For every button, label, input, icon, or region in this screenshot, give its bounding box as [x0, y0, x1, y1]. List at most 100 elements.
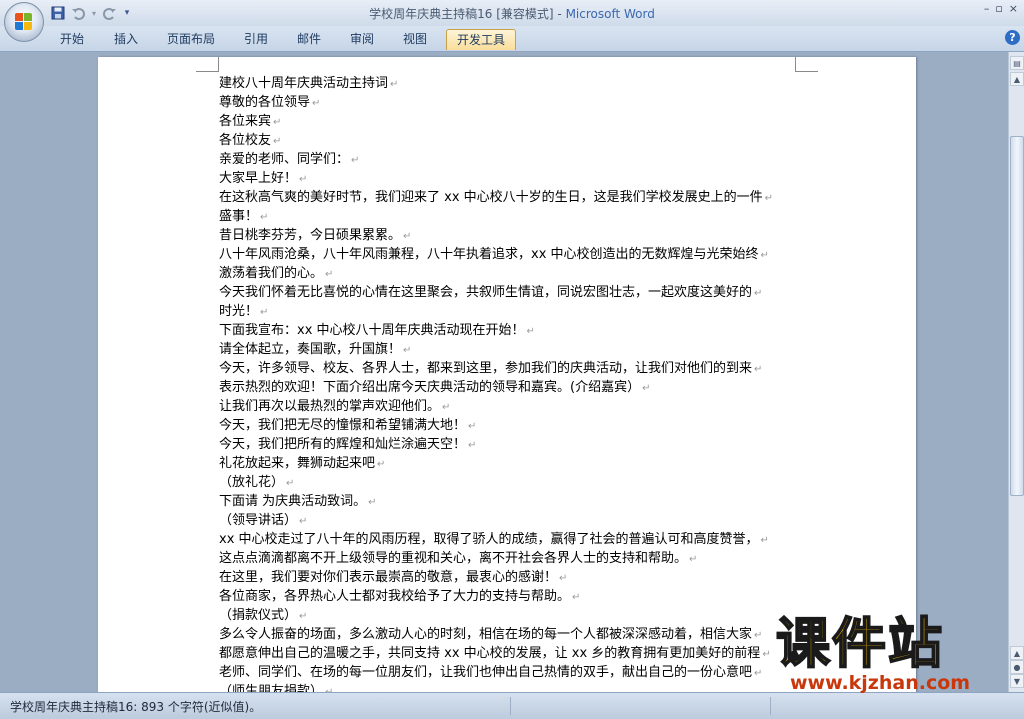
line-text: 今天我们怀着无比喜悦的心情在这里聚会，共叙师生情谊，同说宏图壮志，一起欢度这美好…	[219, 285, 753, 300]
document-line[interactable]: 让我们再次以最热烈的掌声欢迎他们。 ↵	[219, 398, 799, 417]
paragraph-mark-icon: ↵	[403, 231, 412, 242]
scrollbar-thumb[interactable]	[1010, 136, 1024, 496]
tab-developer[interactable]: 开发工具	[446, 29, 516, 50]
document-line[interactable]: 各位校友 ↵	[219, 132, 799, 151]
document-line[interactable]: 大家早上好！ ↵	[219, 170, 799, 189]
paragraph-mark-icon: ↵	[526, 326, 535, 337]
document-line[interactable]: 盛事！ ↵	[219, 208, 799, 227]
line-text: 礼花放起来，舞狮动起来吧	[219, 456, 376, 471]
line-text: xx 中心校走过了八十年的风雨历程，取得了骄人的成绩，赢得了社会的普遍认可和高度…	[219, 532, 759, 547]
document-line[interactable]: 昔日桃李芬芳，今日硕果累累。 ↵	[219, 227, 799, 246]
paragraph-mark-icon: ↵	[390, 79, 399, 90]
tab-home[interactable]: 开始	[52, 29, 92, 49]
document-line[interactable]: 各位来宾 ↵	[219, 113, 799, 132]
line-text: （师生朋友捐款）	[219, 684, 324, 692]
tab-insert[interactable]: 插入	[106, 29, 146, 49]
scroll-up-button[interactable]: ▲	[1010, 72, 1024, 86]
line-text: 在这里，我们要对你们表示最崇高的敬意，最衷心的感谢！	[219, 570, 558, 585]
document-line[interactable]: 在这秋高气爽的美好时节，我们迎来了 xx 中心校八十岁的生日，这是我们学校发展史…	[219, 189, 799, 208]
line-text: 亲爱的老师、同学们：	[219, 152, 350, 167]
document-line[interactable]: 八十年风雨沧桑，八十年风雨兼程，八十年执着追求，xx 中心校创造出的无数辉煌与光…	[219, 246, 799, 265]
line-text: 各位来宾	[219, 114, 272, 129]
document-page[interactable]: 建校八十周年庆典活动主持词 ↵ 尊敬的各位领导 ↵ 各位来宾 ↵ 各位校友 ↵ 亲爱的老师、同学…	[98, 57, 916, 692]
crop-mark-top-right	[795, 57, 818, 72]
document-line[interactable]: 各位商家，各界热心人士都对我校给予了大力的支持与帮助。 ↵	[219, 588, 799, 607]
document-line[interactable]: 尊敬的各位领导 ↵	[219, 94, 799, 113]
line-text: 下面我宣布：xx 中心校八十周年庆典活动现在开始！	[219, 323, 525, 338]
tab-references[interactable]: 引用	[236, 29, 276, 49]
document-line[interactable]: （领导讲话） ↵	[219, 512, 799, 531]
paragraph-mark-icon: ↵	[368, 497, 377, 508]
restore-button[interactable]: ▫	[995, 2, 1002, 15]
next-page-button[interactable]: ▼	[1010, 674, 1024, 688]
document-line[interactable]: 表示热烈的欢迎！下面介绍出席今天庆典活动的领导和嘉宾。(介绍嘉宾） ↵	[219, 379, 799, 398]
tab-page-layout[interactable]: 页面布局	[160, 29, 222, 49]
minimize-button[interactable]: –	[984, 2, 990, 15]
paragraph-mark-icon: ↵	[572, 592, 581, 603]
paragraph-mark-icon: ↵	[468, 421, 477, 432]
line-text: 都愿意伸出自己的温暖之手，共同支持 xx 中心校的发展，让 xx 乡的教育拥有更…	[219, 646, 761, 661]
document-line[interactable]: （师生朋友捐款）↵	[219, 683, 799, 692]
line-text: （放礼花）	[219, 475, 285, 490]
previous-page-button[interactable]: ▲	[1010, 646, 1024, 660]
paragraph-mark-icon: ↵	[299, 611, 308, 622]
line-text: 今天，我们把所有的辉煌和灿烂涂遍天空！	[219, 437, 467, 452]
paragraph-mark-icon: ↵	[273, 117, 282, 128]
line-text: 激荡着我们的心。	[219, 266, 324, 281]
document-body[interactable]: 建校八十周年庆典活动主持词 ↵ 尊敬的各位领导 ↵ 各位来宾 ↵ 各位校友 ↵ 亲爱的老师、同学…	[219, 75, 799, 692]
document-line[interactable]: 今天我们怀着无比喜悦的心情在这里聚会，共叙师生情谊，同说宏图壮志，一起欢度这美好…	[219, 284, 799, 303]
paragraph-mark-icon: ↵	[760, 535, 769, 546]
document-line[interactable]: 多么令人振奋的场面，多么激动人心的时刻，相信在场的每一个人都被深深感动着，相信大…	[219, 626, 799, 645]
watermark-chinese: 课件站	[775, 612, 944, 675]
ruler-toggle-icon[interactable]: ▤	[1010, 56, 1024, 70]
document-line[interactable]: 下面我宣布：xx 中心校八十周年庆典活动现在开始！ ↵	[219, 322, 799, 341]
document-line[interactable]: 下面请 为庆典活动致词。 ↵	[219, 493, 799, 512]
office-button[interactable]	[4, 2, 44, 42]
document-line[interactable]: 这点点滴滴都离不开上级领导的重视和关心，离不开社会各界人士的支持和帮助。 ↵	[219, 550, 799, 569]
select-browse-object-button[interactable]: ●	[1010, 660, 1024, 674]
paragraph-mark-icon: ↵	[377, 459, 386, 470]
line-text: 老师、同学们、在场的每一位朋友们，让我们也伸出自己热情的双手，献出自己的一份心意…	[219, 665, 753, 680]
paragraph-mark-icon: ↵	[760, 250, 769, 261]
line-text: 在这秋高气爽的美好时节，我们迎来了 xx 中心校八十岁的生日，这是我们学校发展史…	[219, 190, 763, 205]
close-button[interactable]: ×	[1009, 2, 1018, 15]
document-line[interactable]: 在这里，我们要对你们表示最崇高的敬意，最衷心的感谢！ ↵	[219, 569, 799, 588]
paragraph-mark-icon: ↵	[762, 649, 771, 660]
line-text: 时光！	[219, 304, 259, 319]
document-line[interactable]: 时光！ ↵	[219, 303, 799, 322]
tab-view[interactable]: 视图	[395, 29, 435, 49]
paragraph-mark-icon: ↵	[403, 345, 412, 356]
paragraph-mark-icon: ↵	[442, 402, 451, 413]
document-line[interactable]: （捐款仪式） ↵	[219, 607, 799, 626]
document-line[interactable]: 礼花放起来，舞狮动起来吧 ↵	[219, 455, 799, 474]
line-text: 下面请 为庆典活动致词。	[219, 494, 367, 509]
document-line[interactable]: 都愿意伸出自己的温暖之手，共同支持 xx 中心校的发展，让 xx 乡的教育拥有更…	[219, 645, 799, 664]
vertical-scrollbar[interactable]: ▤ ▲ ▲ ● ▼	[1008, 52, 1024, 692]
document-line[interactable]: 今天，许多领导、校友、各界人士，都来到这里，参加我们的庆典活动，让我们对他们的到…	[219, 360, 799, 379]
title-bar: ▾ ▾ 学校周年庆典主持稿16 [兼容模式] - Microsoft Word …	[0, 0, 1024, 26]
document-line[interactable]: xx 中心校走过了八十年的风雨历程，取得了骄人的成绩，赢得了社会的普遍认可和高度…	[219, 531, 799, 550]
document-line[interactable]: 今天，我们把所有的辉煌和灿烂涂遍天空！ ↵	[219, 436, 799, 455]
paragraph-mark-icon: ↵	[559, 573, 568, 584]
line-text: 大家早上好！	[219, 171, 298, 186]
document-line[interactable]: （放礼花） ↵	[219, 474, 799, 493]
help-button[interactable]: ?	[1005, 30, 1020, 45]
app-name: Microsoft Word	[565, 7, 655, 21]
document-line[interactable]: 今天，我们把无尽的憧憬和希望铺满大地！ ↵	[219, 417, 799, 436]
document-line[interactable]: 激荡着我们的心。 ↵	[219, 265, 799, 284]
tab-mailings[interactable]: 邮件	[289, 29, 329, 49]
line-text: 表示热烈的欢迎！下面介绍出席今天庆典活动的领导和嘉宾。(介绍嘉宾）	[219, 380, 641, 395]
paragraph-mark-icon: ↵	[286, 478, 295, 489]
tab-review[interactable]: 审阅	[342, 29, 382, 49]
document-line[interactable]: 亲爱的老师、同学们： ↵	[219, 151, 799, 170]
line-text: 尊敬的各位领导	[219, 95, 311, 110]
document-line[interactable]: 请全体起立，奏国歌，升国旗！ ↵	[219, 341, 799, 360]
document-line[interactable]: 老师、同学们、在场的每一位朋友们，让我们也伸出自己热情的双手，献出自己的一份心意…	[219, 664, 799, 683]
line-text: （领导讲话）	[219, 513, 298, 528]
line-text: 多么令人振奋的场面，多么激动人心的时刻，相信在场的每一个人都被深深感动着，相信大…	[219, 627, 753, 642]
document-line[interactable]: 建校八十周年庆典活动主持词 ↵	[219, 75, 799, 94]
paragraph-mark-icon: ↵	[754, 288, 763, 299]
paragraph-mark-icon: ↵	[351, 155, 360, 166]
line-text: （捐款仪式）	[219, 608, 298, 623]
line-text: 请全体起立，奏国歌，升国旗！	[219, 342, 402, 357]
